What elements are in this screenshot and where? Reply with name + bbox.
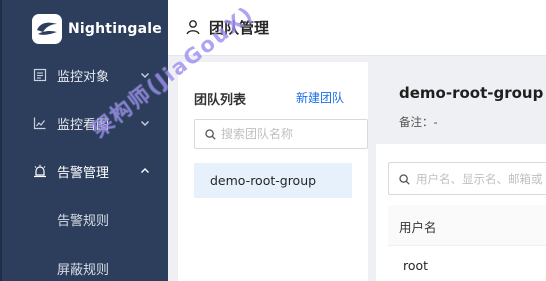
team-detail-note: 备注：- <box>399 115 438 129</box>
team-detail-name: demo-root-group <box>399 84 544 102</box>
sidebar-item-label: 监控对象 <box>57 69 110 85</box>
members-table-header: 用户名 <box>388 205 546 246</box>
user-icon <box>186 20 200 35</box>
team-detail-card: demo-root-group 备注：- <box>388 73 546 144</box>
app-name: Nightingale <box>68 21 162 37</box>
team-name: demo-root-group <box>210 173 317 188</box>
page-header: 团队管理 <box>168 0 546 56</box>
sidebar-item-dashboards[interactable]: 监控看图 <box>0 100 168 146</box>
nightingale-logo-icon <box>32 14 62 44</box>
sidebar-subitem-mute-rules[interactable]: 屏蔽规则 <box>57 259 109 278</box>
chevron-up-icon <box>141 168 149 173</box>
sidebar: Nightingale 监控对象 监控看图 告警管理 告警规则 屏蔽规则 <box>0 0 168 281</box>
team-search-input[interactable] <box>221 124 361 144</box>
alarm-icon <box>34 164 46 178</box>
column-header-username: 用户名 <box>399 220 437 235</box>
team-list-panel: 团队列表 新建团队 demo-root-group <box>178 62 368 281</box>
search-icon <box>399 174 410 185</box>
sidebar-subitem-alert-rules[interactable]: 告警规则 <box>57 210 109 229</box>
sidebar-item-label: 告警管理 <box>57 165 110 181</box>
search-icon <box>205 129 216 140</box>
table-row[interactable]: root <box>388 246 546 281</box>
chevron-down-icon <box>141 121 149 126</box>
team-list-title: 团队列表 <box>194 93 247 108</box>
member-search-input[interactable] <box>416 169 546 189</box>
team-search-box[interactable] <box>194 119 368 149</box>
sidebar-item-alert-management[interactable]: 告警管理 <box>0 148 168 194</box>
line-chart-icon <box>33 117 46 130</box>
cell-username: root <box>403 258 429 273</box>
chevron-down-icon <box>141 73 149 78</box>
team-list-item[interactable]: demo-root-group <box>194 163 352 198</box>
app-logo[interactable]: Nightingale <box>31 13 162 45</box>
new-team-link[interactable]: 新建团队 <box>296 89 344 106</box>
list-icon <box>33 68 47 82</box>
member-search-box[interactable] <box>388 162 546 195</box>
sidebar-item-label: 监控看图 <box>57 117 110 133</box>
page-title: 团队管理 <box>209 19 270 37</box>
sidebar-item-monitor-objects[interactable]: 监控对象 <box>0 52 168 98</box>
